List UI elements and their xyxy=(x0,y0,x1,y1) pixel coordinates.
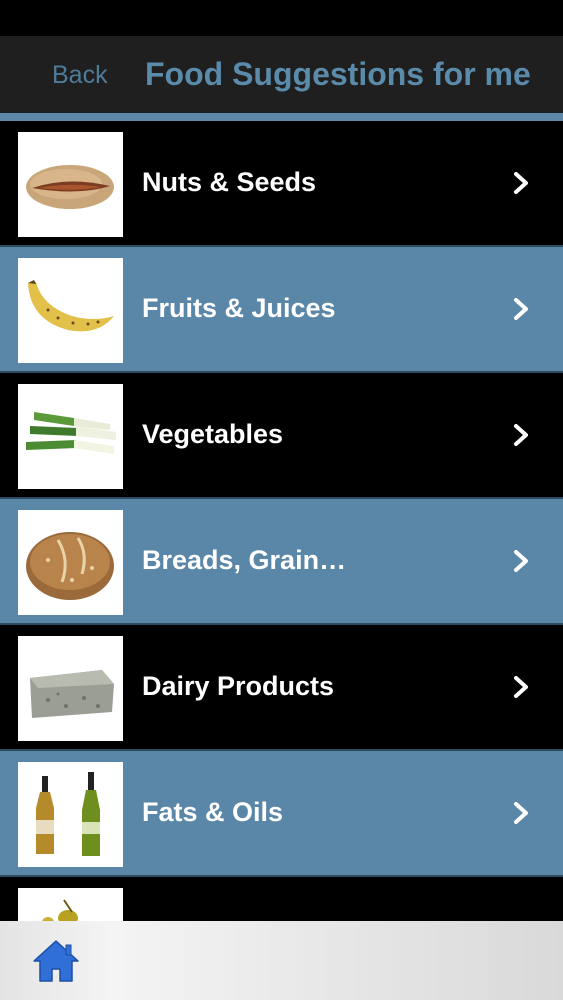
list-item-vegetables[interactable]: Vegetables xyxy=(0,373,563,499)
pistachio-icon xyxy=(18,132,123,237)
list-item-label: Dairy Products xyxy=(142,671,335,701)
chevron-right-icon xyxy=(514,550,528,572)
chevron-right-icon xyxy=(514,802,528,824)
list-item-dairy-products[interactable]: Dairy Products xyxy=(0,625,563,751)
leek-icon xyxy=(18,384,123,489)
list-item-label: Nuts & Seeds xyxy=(142,167,317,197)
app-screen: Back Food Suggestions for me Nuts & Seed… xyxy=(0,0,563,1000)
home-icon[interactable] xyxy=(30,937,82,985)
chevron-right-icon xyxy=(514,424,528,446)
chevron-right-icon xyxy=(514,676,528,698)
chevron-right-icon xyxy=(514,298,528,320)
list-item-fruits-juices[interactable]: Fruits & Juices xyxy=(0,247,563,373)
list-item-fats-oils[interactable]: Fats & Oils xyxy=(0,751,563,877)
olives-icon xyxy=(18,888,123,921)
banana-icon xyxy=(18,258,123,363)
back-button[interactable]: Back xyxy=(52,58,108,92)
oil-bottles-icon xyxy=(18,762,123,867)
list-item-label: Vegetables xyxy=(142,419,284,449)
category-list[interactable]: Nuts & Seeds Fruits & Juices Vegetables … xyxy=(0,121,563,921)
bread-icon xyxy=(18,510,123,615)
list-item-label: Fruits & Juices xyxy=(142,293,336,323)
list-item-nuts-seeds[interactable]: Nuts & Seeds xyxy=(0,121,563,247)
list-item-breads-grains[interactable]: Breads, Grain… xyxy=(0,499,563,625)
page-title: Food Suggestions for me xyxy=(145,56,531,92)
tab-bar xyxy=(0,921,563,1000)
cheese-icon xyxy=(18,636,123,741)
list-item-partial[interactable] xyxy=(0,877,563,921)
nav-accent-divider xyxy=(0,113,563,121)
navigation-bar: Back Food Suggestions for me xyxy=(0,36,563,113)
status-bar xyxy=(0,0,563,36)
list-item-label: Breads, Grain… xyxy=(142,545,347,575)
list-item-label: Fats & Oils xyxy=(142,797,284,827)
chevron-right-icon xyxy=(514,172,528,194)
